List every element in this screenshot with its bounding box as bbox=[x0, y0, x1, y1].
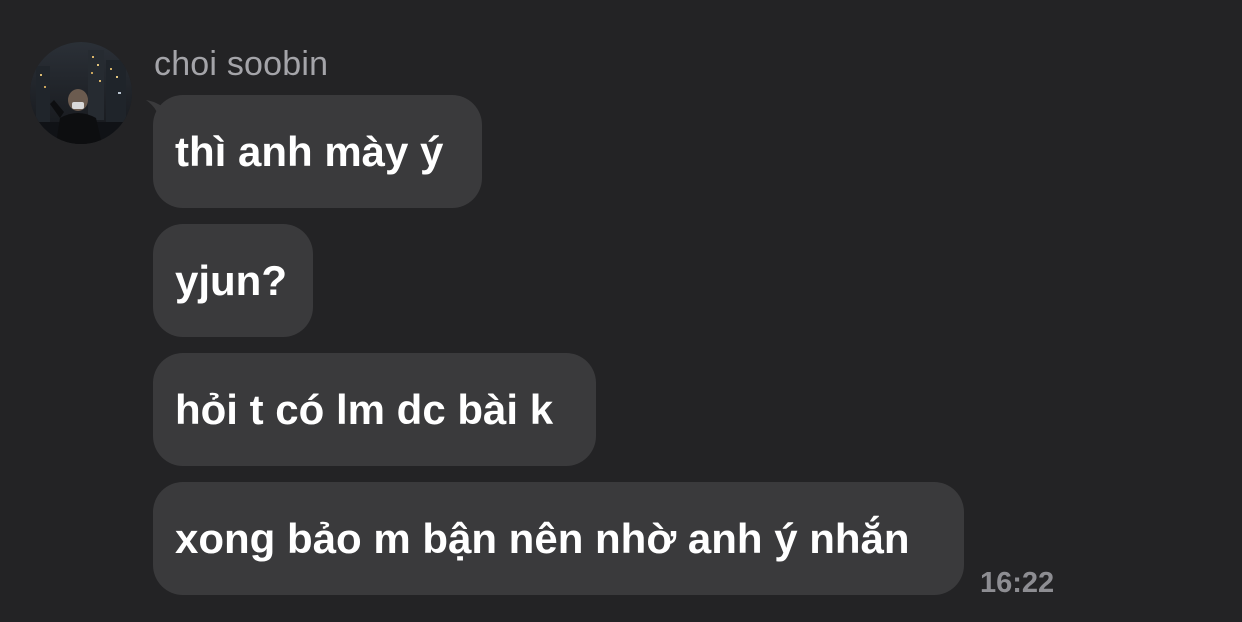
message-bubble[interactable]: xong bảo m bận nên nhờ anh ý nhắn bbox=[153, 482, 964, 595]
message-text: hỏi t có lm dc bài k bbox=[175, 385, 554, 433]
message-timestamp: 16:22 bbox=[980, 567, 1055, 599]
message-bubble[interactable]: yjun? bbox=[153, 224, 313, 337]
message-bubble[interactable]: thì anh mày ý bbox=[153, 95, 482, 208]
message-text: yjun? bbox=[175, 256, 287, 304]
avatar-photo bbox=[30, 42, 132, 144]
sender-name: choi soobin bbox=[154, 45, 329, 83]
message-text: xong bảo m bận nên nhờ anh ý nhắn bbox=[175, 514, 910, 562]
sender-avatar[interactable] bbox=[30, 42, 132, 144]
message-text: thì anh mày ý bbox=[175, 127, 444, 175]
message-bubble[interactable]: hỏi t có lm dc bài k bbox=[153, 353, 596, 466]
